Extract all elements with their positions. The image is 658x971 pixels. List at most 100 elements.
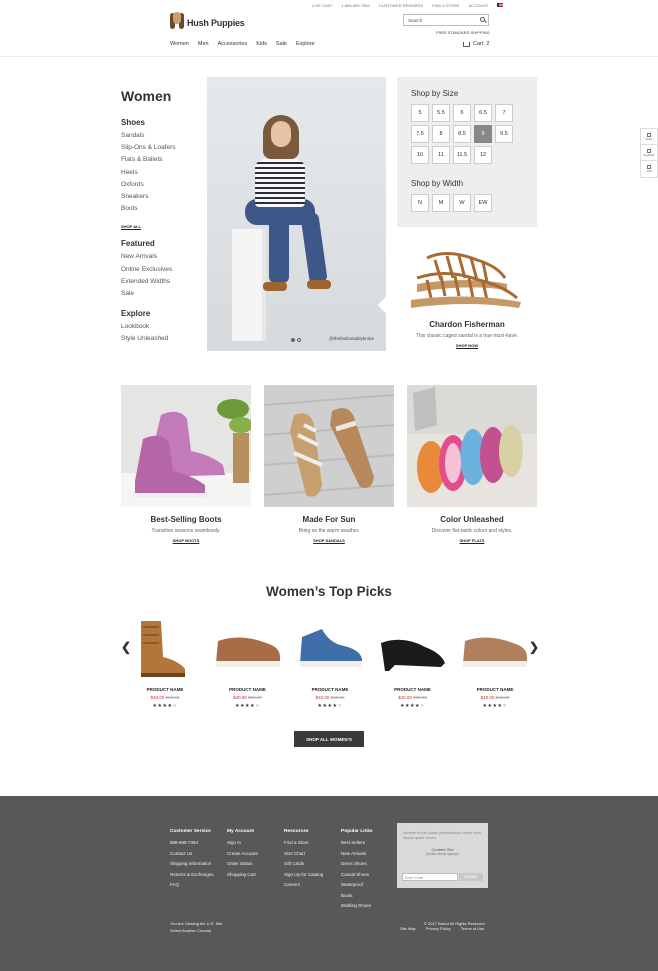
size-option[interactable]: 10 [411, 146, 429, 164]
width-option[interactable]: W [453, 194, 471, 212]
privacy-policy-link[interactable]: Privacy Policy [426, 926, 451, 931]
size-option[interactable]: 11.5 [453, 146, 471, 164]
width-option[interactable]: EW [474, 194, 492, 212]
shop-all-womens-button[interactable]: SHOP ALL WOMEN’S [294, 731, 364, 747]
featured-product-name[interactable]: Chardon Fisherman [397, 320, 537, 329]
shop-boots-link[interactable]: SHOP BOOTS [121, 538, 251, 543]
shop-all-link[interactable]: SHOP ALL [121, 224, 141, 229]
size-option[interactable]: 7 [495, 104, 513, 122]
size-option[interactable]: 9.5 [495, 125, 513, 143]
size-option[interactable]: 6.5 [474, 104, 492, 122]
tile-flats-image[interactable] [407, 385, 537, 507]
sidebar-item-slip-ons[interactable]: Slip-Ons & Loafers [121, 142, 201, 154]
feedback-tool[interactable]: Feedback [641, 145, 657, 161]
footer-link[interactable]: Create Account [227, 849, 258, 860]
sidebar-item-style-unleashed[interactable]: Style Unleashed [121, 333, 201, 345]
product-name[interactable]: PRODUCT NAME [292, 687, 368, 692]
footer-link[interactable]: Careers [284, 880, 323, 891]
select-country-link[interactable]: Select Another Country [170, 927, 222, 934]
tile-sandals-image[interactable] [264, 385, 394, 507]
size-option[interactable]: 6 [453, 104, 471, 122]
footer-link[interactable]: Sign Up for Catalog [284, 870, 323, 881]
search-input[interactable]: Search [403, 14, 489, 26]
sidebar-item-new-arrivals[interactable]: New Arrivals [121, 251, 201, 263]
footer-link[interactable]: Waterproof [341, 880, 373, 891]
size-option[interactable]: 8 [432, 125, 450, 143]
sidebar-item-online-exclusives[interactable]: Online Exclusives [121, 264, 201, 276]
nav-explore[interactable]: Explore [296, 41, 315, 47]
footer-link[interactable]: Contact Us [170, 849, 214, 860]
sidebar-item-oxfords[interactable]: Oxfords [121, 179, 201, 191]
sidebar-item-extended-widths[interactable]: Extended Widths [121, 276, 201, 288]
product-card[interactable]: PRODUCT NAME $40.00 $60.00 ★★★★★ [210, 617, 286, 709]
footer-link[interactable]: Walking Shoes [341, 901, 373, 912]
tile-flats-title[interactable]: Color Unleashed [407, 515, 537, 524]
sidebar-item-sale[interactable]: Sale [121, 288, 201, 300]
product-image[interactable] [375, 617, 451, 679]
nav-women[interactable]: Women [170, 41, 189, 47]
tile-boots-image[interactable] [121, 385, 251, 507]
terms-link[interactable]: Terms of Use [461, 926, 485, 931]
product-name[interactable]: PRODUCT NAME [457, 687, 533, 692]
footer-link[interactable]: Gift Cards [284, 859, 323, 870]
submit-button[interactable]: SUBMIT [459, 873, 483, 881]
tile-sandals-title[interactable]: Made For Sun [264, 515, 394, 524]
find-store-link[interactable]: FIND A STORE [432, 3, 460, 8]
footer-link[interactable]: Find a Store [284, 838, 323, 849]
footer-link[interactable]: FAQ [170, 880, 214, 891]
tile-boots-title[interactable]: Best-Selling Boots [121, 515, 251, 524]
size-option[interactable]: 8.5 [453, 125, 471, 143]
product-card[interactable]: PRODUCT NAME $40.00 $60.00 ★★★★★ [292, 617, 368, 709]
footer-link[interactable]: Dress Shoes [341, 859, 373, 870]
nav-sale[interactable]: Sale [276, 41, 287, 47]
footer-link[interactable]: Casual Shoes [341, 870, 373, 881]
product-name[interactable]: PRODUCT NAME [375, 687, 451, 692]
width-option[interactable]: N [411, 194, 429, 212]
footer-link[interactable]: Sign In [227, 838, 258, 849]
account-link[interactable]: ACCOUNT [469, 3, 489, 8]
size-option[interactable]: 5.5 [432, 104, 450, 122]
featured-heading[interactable]: Featured [121, 239, 201, 248]
footer-link[interactable]: Shopping Cart [227, 870, 258, 881]
sidebar-item-sandals[interactable]: Sandals [121, 130, 201, 142]
product-name[interactable]: PRODUCT NAME [127, 687, 203, 692]
us-flag-icon[interactable] [497, 3, 504, 7]
share-tool[interactable]: Share [641, 129, 657, 145]
footer-link[interactable]: Order Status [227, 859, 258, 870]
shoes-heading[interactable]: Shoes [121, 118, 201, 127]
chat-tool[interactable]: Chat [641, 161, 657, 177]
brand-logo[interactable]: Hush Puppies [170, 12, 245, 34]
featured-sandal-image[interactable] [407, 238, 527, 314]
hero-image[interactable]: @thefashionablybroke [207, 77, 386, 351]
product-card[interactable]: PRODUCT NAME $40.00 $60.00 ★★★★★ [457, 617, 533, 709]
product-card[interactable]: PRODUCT NAME $40.00 $60.00 ★★★★★ [375, 617, 451, 709]
shop-flats-link[interactable]: SHOP FLATS [407, 538, 537, 543]
cart-button[interactable]: Cart 2 [463, 41, 489, 47]
search-icon[interactable] [480, 17, 485, 22]
sidebar-item-boots[interactable]: Boots [121, 203, 201, 215]
sidebar-item-flats[interactable]: Flats & Ballets [121, 154, 201, 166]
nav-kids[interactable]: Kids [256, 41, 267, 47]
nav-men[interactable]: Men [198, 41, 209, 47]
size-option[interactable]: 9 [474, 125, 492, 143]
sidebar-item-lookbook[interactable]: Lookbook [121, 321, 201, 333]
carousel-dot-2[interactable] [297, 338, 301, 342]
width-option[interactable]: M [432, 194, 450, 212]
footer-link[interactable]: Size Chart [284, 849, 323, 860]
product-image[interactable] [292, 617, 368, 679]
footer-link[interactable]: Best Sellers [341, 838, 373, 849]
footer-link[interactable]: Boots [341, 891, 373, 902]
size-option[interactable]: 7.5 [411, 125, 429, 143]
site-map-link[interactable]: Site Map [400, 926, 416, 931]
footer-link[interactable]: 866-699-7364 [170, 838, 214, 849]
product-image[interactable] [210, 617, 286, 679]
explore-heading[interactable]: Explore [121, 309, 201, 318]
sidebar-item-sneakers[interactable]: Sneakers [121, 191, 201, 203]
shop-sandals-link[interactable]: SHOP SANDALS [264, 538, 394, 543]
size-option[interactable]: 11 [432, 146, 450, 164]
product-name[interactable]: PRODUCT NAME [210, 687, 286, 692]
shop-now-link[interactable]: SHOP NOW [397, 343, 537, 348]
sidebar-item-heels[interactable]: Heels [121, 167, 201, 179]
phone-link[interactable]: 1-866-699-7364 [341, 3, 369, 8]
product-card[interactable]: PRODUCT NAME $40.00 $60.00 ★★★★★ [127, 617, 203, 709]
